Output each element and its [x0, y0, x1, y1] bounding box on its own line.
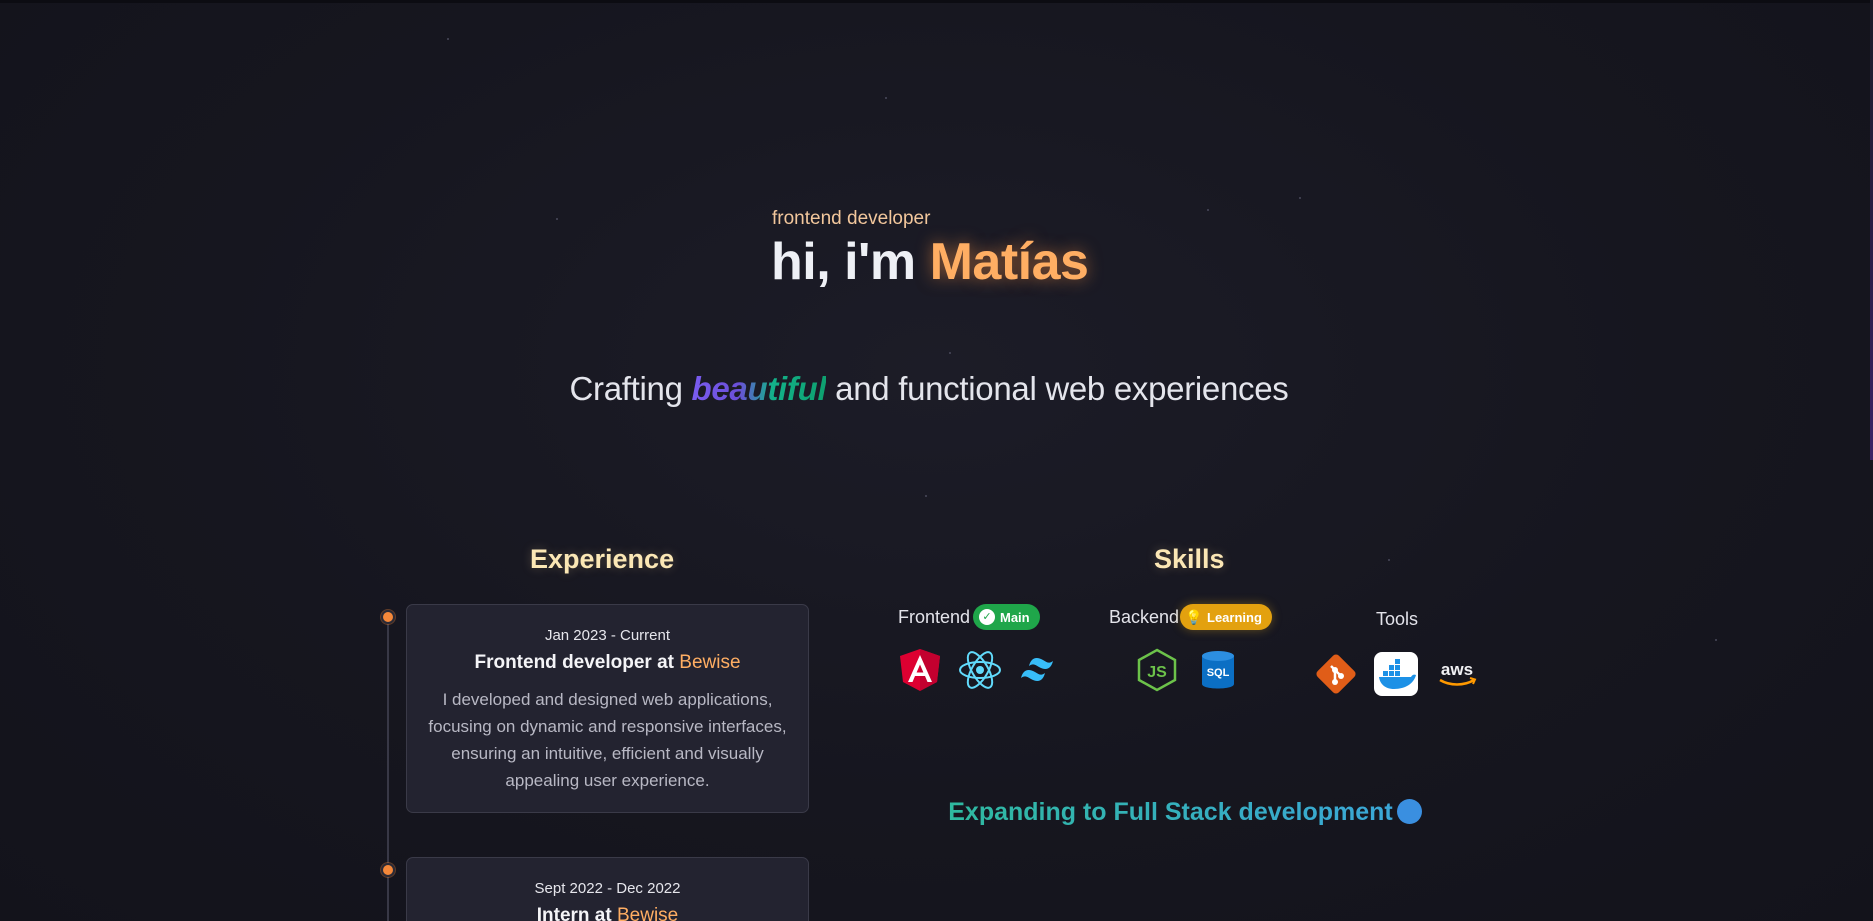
skills-title: Skills — [1154, 544, 1225, 574]
skill-group-frontend-label: Frontend — [898, 607, 971, 627]
docker-icon — [1373, 651, 1419, 697]
star-decoration — [556, 218, 558, 220]
star-decoration — [1388, 559, 1390, 561]
angular-icon — [897, 647, 943, 693]
star-decoration — [1715, 639, 1717, 641]
fullstack-banner: Expanding to Full Stack development — [0, 798, 1873, 827]
tailwind-icon — [1017, 647, 1063, 693]
star-decoration — [1299, 197, 1301, 199]
experience-role: Frontend developer at Bewise — [423, 652, 792, 674]
tagline-highlight: beautiful — [691, 370, 827, 407]
experience-description: I developed and designed web application… — [428, 690, 787, 790]
fullstack-text: Expanding to Full Stack development — [948, 798, 1393, 826]
learning-badge-label: Learning — [1207, 609, 1262, 625]
nodejs-icon: JS — [1134, 647, 1180, 693]
svg-text:aws: aws — [1441, 660, 1473, 679]
main-badge: ✓ Main — [973, 604, 1040, 630]
tagline: Crafting beautiful and functional web ex… — [0, 370, 1858, 408]
skill-group-tools-label: Tools — [1376, 609, 1419, 629]
lightbulb-icon: 💡 — [1185, 609, 1203, 625]
experience-role-label: Intern at — [536, 905, 617, 921]
top-edge — [0, 0, 1873, 3]
hero-role-tag: frontend developer — [772, 208, 931, 229]
star-decoration — [949, 352, 951, 354]
experience-card: Sept 2022 - Dec 2022 Intern at Bewise — [406, 857, 809, 921]
star-decoration — [447, 38, 449, 40]
experience-company: Bewise — [679, 652, 741, 673]
hero-title: hi, i'm Matías — [771, 232, 1089, 292]
experience-date: Jan 2023 - Current — [544, 627, 671, 644]
timeline-dot — [381, 610, 395, 624]
svg-text:JS: JS — [1147, 664, 1167, 681]
hero-greeting: hi, i'm — [771, 233, 930, 291]
check-icon: ✓ — [979, 609, 995, 625]
git-icon — [1313, 651, 1359, 697]
tagline-after: and functional web experiences — [826, 370, 1289, 407]
experience-role-label: Frontend developer at — [474, 652, 680, 673]
hero-name: Matías — [929, 233, 1089, 291]
timeline-dot — [381, 863, 395, 877]
star-decoration — [1207, 209, 1209, 211]
sql-database-icon: SQL — [1195, 647, 1241, 693]
skill-group-backend-label: Backend — [1109, 607, 1180, 627]
react-icon — [957, 647, 1003, 693]
learning-badge: 💡 Learning — [1180, 604, 1272, 630]
aws-icon: aws — [1434, 651, 1480, 697]
blue-circle-icon — [1396, 799, 1422, 824]
star-decoration — [925, 495, 927, 497]
star-decoration — [885, 97, 887, 99]
experience-date: Sept 2022 - Dec 2022 — [534, 880, 681, 897]
svg-text:SQL: SQL — [1207, 667, 1230, 679]
experience-title: Experience — [530, 544, 675, 574]
experience-company: Bewise — [616, 905, 679, 921]
tagline-before: Crafting — [569, 370, 692, 407]
main-badge-label: Main — [1000, 609, 1030, 625]
experience-role: Intern at Bewise — [423, 905, 792, 921]
experience-card: Jan 2023 - Current Frontend developer at… — [406, 604, 809, 813]
